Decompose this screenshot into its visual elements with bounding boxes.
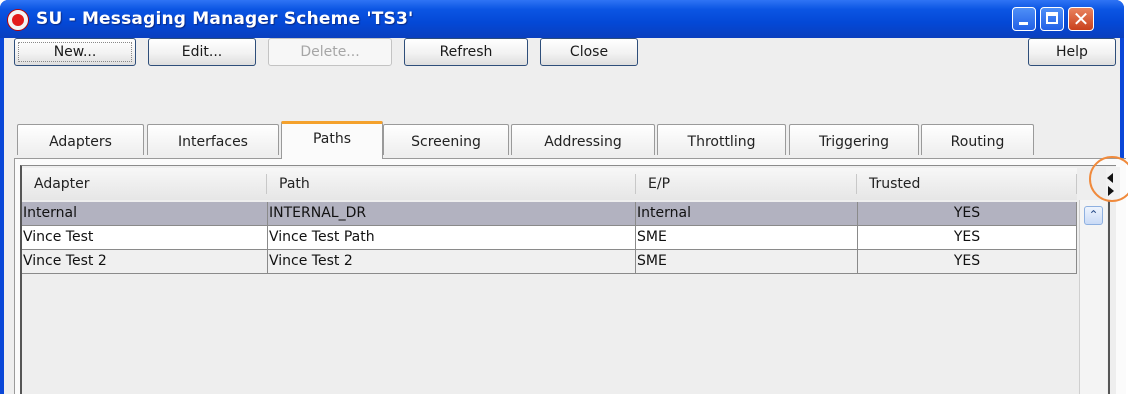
table-row[interactable]: Internal INTERNAL_DR Internal YES [22,202,1077,226]
tab-adapters[interactable]: Adapters [17,124,144,155]
table-row[interactable]: Vince Test 2 Vince Test 2 SME YES [22,250,1077,274]
title-bar[interactable]: SU - Messaging Manager Scheme 'TS3' ✕ [0,0,1124,38]
edit-button[interactable]: Edit... [148,38,256,66]
oracle-logo-icon [8,10,28,30]
cell-trusted: YES [858,202,1077,225]
cell-ep: Internal [636,202,858,225]
cell-adapter: Vince Test [22,226,268,249]
column-header-trusted[interactable]: Trusted [857,168,1077,200]
window-title: SU - Messaging Manager Scheme 'TS3' [36,9,414,29]
column-header-path[interactable]: Path [267,168,635,200]
cell-adapter: Internal [22,202,268,225]
highlight-annotation [1089,156,1128,202]
tab-interfaces[interactable]: Interfaces [147,124,279,155]
column-header-ep[interactable]: E/P [636,168,856,200]
scroll-up-button[interactable]: ⌃ [1084,206,1103,225]
close-window-button[interactable]: ✕ [1068,7,1094,31]
tab-triggering[interactable]: Triggering [789,124,919,155]
tab-screening[interactable]: Screening [383,124,509,155]
cell-trusted: YES [858,226,1077,249]
cell-path: INTERNAL_DR [268,202,636,225]
table-row[interactable]: Vince Test Vince Test Path SME YES [22,226,1077,250]
vertical-scrollbar[interactable]: ⌃ [1079,200,1107,394]
tab-paths[interactable]: Paths [281,121,383,159]
close-icon: ✕ [1072,7,1090,31]
cell-path: Vince Test 2 [268,250,636,273]
tab-throttling[interactable]: Throttling [657,124,786,155]
tab-addressing[interactable]: Addressing [511,124,655,155]
cell-adapter: Vince Test 2 [22,250,268,273]
help-button[interactable]: Help [1028,38,1116,66]
panel-divider [1108,200,1110,394]
minimize-icon [1019,22,1028,25]
column-header-adapter[interactable]: Adapter [22,168,266,200]
cell-ep: SME [636,226,858,249]
cell-trusted: YES [858,250,1077,273]
table-header: Adapter Path E/P Trusted [22,168,1077,200]
chevron-up-icon: ⌃ [1088,208,1099,222]
minimize-button[interactable] [1012,7,1036,31]
maximize-icon [1046,12,1058,24]
maximize-button[interactable] [1040,7,1064,31]
new-button[interactable]: New... [14,38,136,66]
tab-routing[interactable]: Routing [921,124,1034,155]
delete-button[interactable]: Delete... [268,38,392,66]
column-divider[interactable] [1076,174,1077,194]
cell-path: Vince Test Path [268,226,636,249]
close-button[interactable]: Close [540,38,638,66]
refresh-button[interactable]: Refresh [404,38,528,66]
cell-ep: SME [636,250,858,273]
